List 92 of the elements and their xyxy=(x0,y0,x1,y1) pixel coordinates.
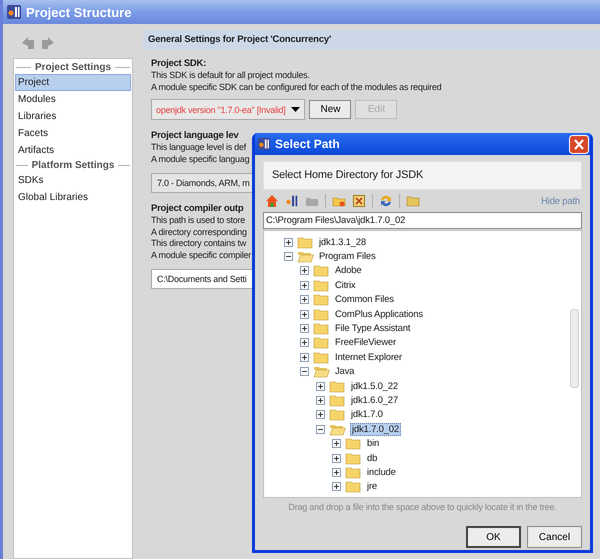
refresh-icon[interactable] xyxy=(379,194,393,208)
expand-toggle-icon[interactable] xyxy=(300,280,309,290)
close-icon[interactable] xyxy=(569,134,589,154)
tree-item[interactable]: Citrix xyxy=(334,280,356,291)
section-heading: Project Settings xyxy=(34,62,112,73)
expand-toggle-icon[interactable] xyxy=(284,252,293,262)
tree-item[interactable]: jre xyxy=(366,481,378,492)
expand-toggle-icon[interactable] xyxy=(316,396,325,405)
tree-item[interactable]: jdk1.3.1_28 xyxy=(318,236,367,248)
expand-toggle-icon[interactable] xyxy=(316,382,325,391)
folder-icon xyxy=(345,437,362,450)
description-text: This SDK is default for all project modules. xyxy=(151,70,310,82)
folder-icon xyxy=(313,308,330,321)
expand-toggle-icon[interactable] xyxy=(300,295,309,304)
expand-toggle-icon[interactable] xyxy=(332,482,341,492)
folder-icon xyxy=(345,466,362,479)
sidebar-item[interactable]: Artifacts xyxy=(15,142,131,159)
home-icon[interactable] xyxy=(265,194,279,208)
sidebar-item[interactable]: SDKs xyxy=(15,172,131,189)
delete-icon[interactable] xyxy=(352,194,366,208)
open-folder-icon xyxy=(297,250,314,264)
description-text: A module specific languag xyxy=(151,154,250,165)
folder-icon xyxy=(313,322,330,336)
tree-item[interactable]: ComPlus Applications xyxy=(334,308,424,320)
sidebar-item[interactable]: Project xyxy=(15,74,131,91)
tree-item[interactable]: include xyxy=(366,466,397,478)
tree-item[interactable]: Common Files xyxy=(334,294,395,306)
tree-item[interactable]: jdk1.5.0_22 xyxy=(350,380,399,392)
window-title: Project Structure xyxy=(26,4,132,20)
sidebar-item[interactable]: Global Libraries xyxy=(15,189,131,206)
tree-item[interactable]: FreeFileViewer xyxy=(334,337,397,348)
tree-item[interactable]: jdk1.7.0 xyxy=(350,409,384,420)
section-heading: Project SDK: xyxy=(151,58,206,69)
app-logo-icon xyxy=(6,4,22,20)
expand-toggle-icon[interactable] xyxy=(316,424,325,434)
expand-toggle-icon[interactable] xyxy=(316,410,325,420)
expand-toggle-icon[interactable] xyxy=(300,367,309,376)
app-logo-icon xyxy=(257,137,271,151)
description-text: A directory corresponding xyxy=(151,226,247,238)
tree-item[interactable]: Program Files xyxy=(318,251,377,262)
description-text: A module specific SDK can be configured for each of the modules as required xyxy=(151,82,442,93)
folder-icon xyxy=(313,278,330,292)
description-text: A module specific compiler xyxy=(151,250,252,261)
dialog-title: Select Path xyxy=(275,137,340,151)
tree-item[interactable]: jdk1.6.0_27 xyxy=(350,394,399,406)
folder-icon xyxy=(313,350,330,364)
folder-icon xyxy=(329,408,346,422)
tree-item[interactable]: bin xyxy=(366,438,380,450)
expand-toggle-icon[interactable] xyxy=(332,439,341,448)
dialog-header: Select Home Directory for JSDK xyxy=(263,161,582,190)
scrollbar-thumb[interactable] xyxy=(570,309,579,388)
description-text: This language level is def xyxy=(151,142,246,154)
panel-header: General Settings for Project 'Concurrency' xyxy=(143,30,600,50)
description-text: This path is used to store xyxy=(151,215,246,226)
dialog-button[interactable]: OK xyxy=(466,526,521,548)
dialog-button[interactable]: Cancel xyxy=(527,526,582,548)
sidebar-item[interactable]: Modules xyxy=(15,91,131,108)
folder-icon xyxy=(345,452,362,465)
tree-item[interactable]: Java xyxy=(334,366,356,378)
open-folder-icon xyxy=(329,422,346,436)
expand-toggle-icon[interactable] xyxy=(332,468,341,477)
tree-item[interactable]: db xyxy=(366,452,378,464)
tree-item[interactable]: File Type Assistant xyxy=(334,323,412,334)
expand-toggle-icon[interactable] xyxy=(284,238,293,247)
description-text: This directory contains tw xyxy=(151,238,246,250)
tree-item[interactable]: Adobe xyxy=(334,265,362,276)
app-logo-icon[interactable] xyxy=(285,194,299,208)
expand-toggle-icon[interactable] xyxy=(300,324,309,334)
open-folder-icon xyxy=(313,365,330,378)
expand-toggle-icon[interactable] xyxy=(332,454,341,463)
expand-toggle-icon[interactable] xyxy=(300,352,309,362)
tree-item[interactable]: Internet Explorer xyxy=(334,352,403,363)
expand-toggle-icon[interactable] xyxy=(300,338,309,348)
folder-icon xyxy=(329,380,346,393)
hint-text: Drag and drop a file into the space above to quickly locate it in the tree. xyxy=(287,501,558,514)
section-heading: Project compiler outp xyxy=(151,203,244,214)
tree-item[interactable]: jdk1.7.0_02 xyxy=(350,422,401,436)
folder-icon xyxy=(313,336,330,350)
action-button[interactable]: New xyxy=(309,100,352,119)
folder-icon xyxy=(297,236,314,249)
folder-icon xyxy=(313,293,330,306)
expand-toggle-icon[interactable] xyxy=(300,310,309,319)
expand-toggle-icon[interactable] xyxy=(300,266,309,276)
section-heading: Platform Settings xyxy=(32,160,114,171)
sidebar-item[interactable]: Libraries xyxy=(15,108,131,125)
path-field[interactable]: C:\Program Files\Java\jdk1.7.0_02 xyxy=(263,212,582,229)
folder-icon xyxy=(345,480,362,494)
section-heading: Project language lev xyxy=(151,130,238,141)
sidebar-item[interactable]: Facets xyxy=(15,125,131,142)
folder-icon xyxy=(313,264,330,278)
dropdown-arrow-icon xyxy=(291,106,300,112)
folder-icon xyxy=(329,394,346,407)
